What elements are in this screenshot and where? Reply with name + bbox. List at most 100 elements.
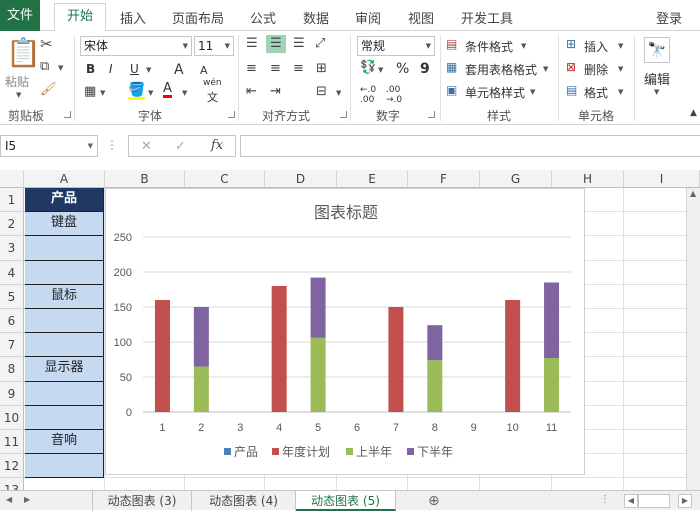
tab-insert[interactable]: 插入 [120, 8, 146, 27]
empty-cell[interactable] [25, 454, 104, 479]
enter-icon[interactable]: ✓ [175, 140, 186, 153]
font-launcher-icon[interactable] [228, 111, 235, 118]
border-icon[interactable]: ▦ [84, 85, 96, 98]
align-center-icon[interactable]: ≡ [270, 62, 281, 75]
align-left-icon[interactable]: ≡ [246, 62, 257, 75]
hscroll-thumb[interactable] [638, 494, 670, 508]
conditional-format-button[interactable]: 条件格式 [465, 38, 513, 55]
percent-button[interactable]: % [396, 61, 409, 77]
comma-button[interactable]: 9 [420, 61, 430, 77]
scroll-up-icon[interactable]: ▲ [690, 190, 696, 198]
collapse-ribbon-icon[interactable]: ▲ [690, 109, 697, 118]
empty-cell[interactable] [25, 333, 104, 358]
align-right-icon[interactable]: ≡ [293, 62, 304, 75]
editing-button[interactable]: 编辑 [644, 69, 670, 88]
empty-cell[interactable] [25, 309, 104, 334]
empty-cell[interactable] [25, 260, 104, 285]
chevron-down-icon[interactable]: ▼ [182, 89, 187, 97]
shrink-font-button[interactable]: A [200, 64, 208, 77]
grow-font-button[interactable]: A [174, 62, 184, 78]
format-cells-icon[interactable]: ▤ [566, 84, 577, 96]
chevron-down-icon[interactable]: ▼ [618, 88, 623, 96]
increase-decimal-button[interactable]: ←.0.00 [360, 85, 376, 105]
find-icon[interactable]: 🔭 [644, 37, 670, 63]
column-header-c[interactable]: C [185, 170, 265, 188]
chevron-down-icon[interactable]: ▼ [16, 91, 21, 99]
tab-formulas[interactable]: 公式 [250, 8, 276, 27]
alignment-launcher-icon[interactable] [340, 111, 347, 118]
column-header-d[interactable]: D [265, 170, 337, 188]
currency-icon[interactable]: 💱 [360, 61, 376, 74]
sheet-tab[interactable]: 动态图表 (3) [92, 491, 192, 511]
paste-button[interactable]: 粘贴 [5, 73, 29, 90]
chevron-down-icon[interactable]: ▼ [58, 64, 63, 72]
sheet-tab[interactable]: 动态图表 (4) [192, 491, 296, 511]
chart[interactable]: 图表标题 0 50 100 150 200 250 1 2 3 4 5 6 7 8 9 10 11 产品 年度计划上… [105, 188, 585, 475]
empty-cell[interactable] [25, 236, 104, 261]
tab-file[interactable]: 文件 [0, 0, 40, 31]
font-name-select[interactable]: 宋体 ▼ [80, 36, 192, 56]
scroll-right-icon[interactable]: ▶ [24, 496, 30, 504]
hscroll-left-icon[interactable]: ◀ [624, 494, 638, 508]
delete-cells-button[interactable]: 删除 [584, 61, 608, 78]
merge-center-icon[interactable]: ⊟ [316, 85, 327, 98]
font-color-button[interactable]: A [163, 82, 172, 98]
insert-function-icon[interactable]: fx [211, 139, 223, 152]
decrease-indent-icon[interactable]: ⇤ [246, 85, 257, 98]
wrap-text-icon[interactable]: ⊞ [316, 62, 327, 75]
column-header-b[interactable]: B [105, 170, 185, 188]
chevron-down-icon[interactable]: ▼ [336, 89, 341, 97]
chevron-down-icon[interactable]: ▼ [148, 89, 153, 97]
row-header-11[interactable]: 11 [0, 430, 24, 455]
cut-icon[interactable]: ✂ [40, 37, 53, 52]
row-header-10[interactable]: 10 [0, 405, 24, 430]
vertical-scrollbar[interactable]: ▲ [686, 188, 700, 490]
row-header-5[interactable]: 5 [0, 284, 24, 309]
underline-button[interactable]: U [130, 62, 139, 76]
number-format-select[interactable]: 常规 ▼ [357, 36, 435, 56]
empty-cell[interactable] [25, 405, 104, 430]
row-header-12[interactable]: 12 [0, 454, 24, 479]
tab-data[interactable]: 数据 [303, 8, 329, 27]
chevron-down-icon[interactable]: ▼ [618, 42, 623, 50]
cancel-icon[interactable]: ✕ [141, 140, 152, 153]
tab-view[interactable]: 视图 [408, 8, 434, 27]
bold-button[interactable]: B [86, 62, 95, 76]
row-header-9[interactable]: 9 [0, 381, 24, 406]
login-link[interactable]: 登录 [656, 8, 682, 27]
column-header-h[interactable]: H [552, 170, 624, 188]
increase-indent-icon[interactable]: ⇥ [270, 85, 281, 98]
delete-cells-icon[interactable]: ⊠ [566, 61, 576, 73]
product-cell[interactable]: 显示器 [25, 357, 104, 382]
table-format-button[interactable]: 套用表格格式 [465, 61, 537, 78]
italic-button[interactable]: I [109, 62, 113, 76]
select-all-corner[interactable] [0, 170, 24, 188]
empty-cell[interactable] [25, 381, 104, 406]
product-cell[interactable]: 鼠标 [25, 284, 104, 309]
chevron-down-icon[interactable]: ▼ [521, 42, 526, 50]
column-header-f[interactable]: F [408, 170, 480, 188]
font-size-select[interactable]: 11 ▼ [194, 36, 234, 56]
header-cell-product[interactable]: 产品 [25, 188, 104, 213]
column-header-a[interactable]: A [24, 170, 105, 188]
conditional-format-icon[interactable]: ▤ [446, 38, 457, 50]
align-bottom-icon[interactable]: ☰ [293, 37, 305, 50]
tab-developer[interactable]: 开发工具 [461, 8, 513, 27]
clipboard-launcher-icon[interactable] [64, 111, 71, 118]
row-header-6[interactable]: 6 [0, 309, 24, 334]
tab-review[interactable]: 审阅 [355, 8, 381, 27]
fill-color-icon[interactable]: 🪣 [128, 83, 146, 100]
format-cells-button[interactable]: 格式 [584, 84, 608, 101]
row-header-3[interactable]: 3 [0, 236, 24, 261]
chevron-down-icon[interactable]: ▼ [100, 89, 105, 97]
tab-page-layout[interactable]: 页面布局 [172, 8, 224, 27]
copy-icon[interactable]: ⧉ [40, 60, 49, 73]
paste-icon[interactable]: 📋 [6, 39, 41, 67]
formula-input[interactable] [240, 135, 700, 157]
column-header-e[interactable]: E [337, 170, 408, 188]
orientation-icon[interactable]: ⤢ [315, 37, 325, 50]
scroll-left-icon[interactable]: ◀ [6, 496, 12, 504]
chevron-down-icon[interactable]: ▼ [618, 65, 623, 73]
row-header-8[interactable]: 8 [0, 357, 24, 382]
cell-styles-button[interactable]: 单元格样式 [465, 84, 525, 101]
